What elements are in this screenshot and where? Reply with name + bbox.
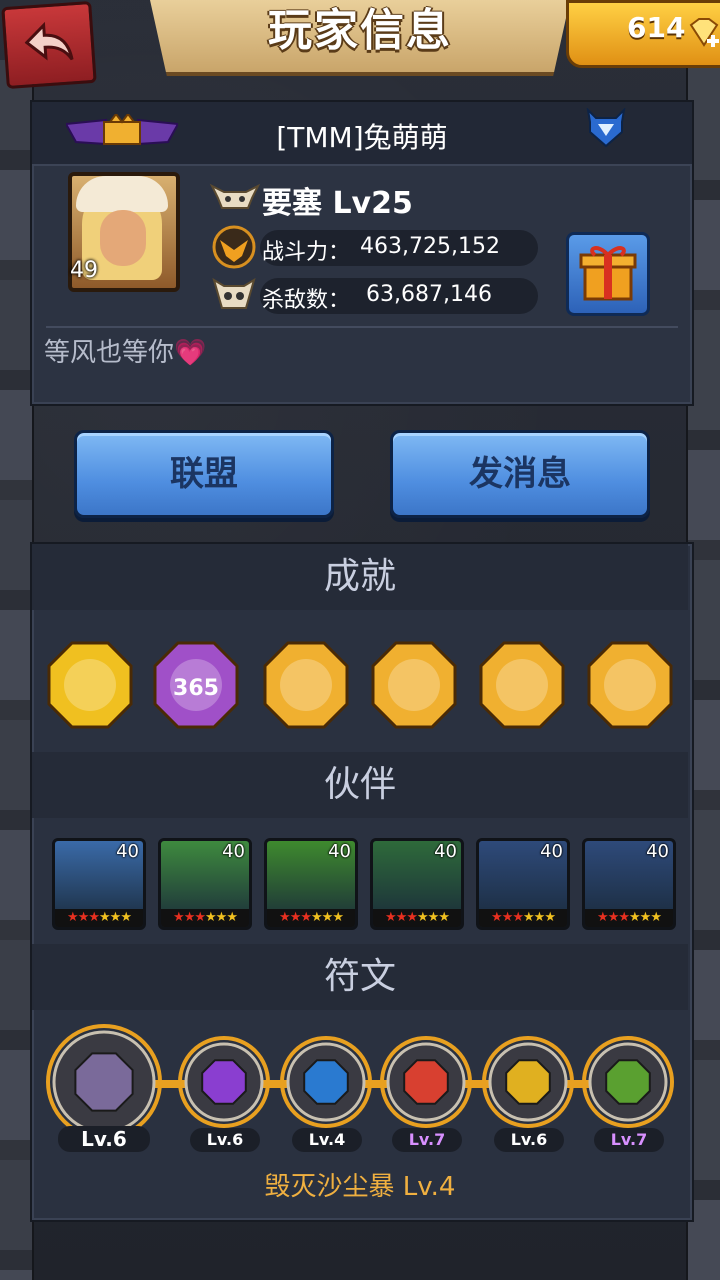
partners-header: 伙伴 [32,752,688,818]
power-value: 463,725,152 [360,234,500,259]
partner-level: 40 [116,841,139,862]
fortress-level: 要塞 Lv25 [262,186,413,221]
caveman-face-icon[interactable] [586,640,674,730]
power-label: 战斗力： [262,240,351,265]
stone-frame-left [0,60,34,1280]
gem-count: 614 [627,11,686,44]
rune-slot[interactable] [178,1036,270,1128]
gift-box-icon [579,246,637,301]
partner-card[interactable]: 40 ★★★★★★ [52,838,146,930]
alliance-button[interactable]: 联盟 [74,430,334,518]
rune-level-label: Lv.7 [392,1128,462,1152]
phoenix-power-icon [212,225,256,269]
fortress-skull-icon [209,183,261,209]
partner-card[interactable]: 40 ★★★★★★ [264,838,358,930]
partner-level: 40 [328,841,351,862]
partner-card[interactable]: 40 ★★★★★★ [158,838,252,930]
gem-counter[interactable]: 614 [566,0,720,68]
rune-level-label: Lv.6 [494,1128,564,1152]
partner-stars: ★★★★★★ [373,909,461,927]
rune-skill-name: 毁灭沙尘暴 Lv.4 [264,1172,456,1202]
sack-upgrade-icon[interactable] [478,640,566,730]
gold-achievement-icon[interactable] [46,640,134,730]
partner-stars: ★★★★★★ [267,909,355,927]
rune-level-label: Lv.6 [190,1128,260,1152]
avatar-hat [76,176,168,212]
page-title: 玩家信息 [268,5,452,56]
rune-slot[interactable] [280,1036,372,1128]
name-bar: [TMM]兔萌萌 [32,102,692,166]
partner-stars: ★★★★★★ [479,909,567,927]
kills-label: 杀敌数： [262,288,351,313]
calendar-365-icon[interactable]: 365 [152,640,240,730]
ice-beast-icon[interactable] [262,640,350,730]
kills-value: 63,687,146 [366,282,492,307]
gem-plus-icon [689,18,719,47]
partner-level: 40 [222,841,245,862]
rune-slot[interactable] [582,1036,674,1128]
partner-level: 40 [646,841,669,862]
back-arrow-icon [24,21,74,61]
partner-card[interactable]: 40 ★★★★★★ [582,838,676,930]
avatar-level: 49 [70,258,98,283]
player-signature: 等风也等你💗 [44,338,207,368]
rune-slot[interactable] [380,1036,472,1128]
back-button[interactable] [1,0,97,90]
runes-header: 符文 [32,944,688,1010]
guild-shield-icon[interactable] [584,108,628,148]
partner-card[interactable]: 40 ★★★★★★ [370,838,464,930]
gift-button[interactable] [566,232,650,316]
rune-level-label: Lv.7 [594,1128,664,1152]
calendar-365-text: 365 [173,676,219,701]
send-message-button[interactable]: 发消息 [390,430,650,518]
partner-level: 40 [434,841,457,862]
profile-divider [46,326,678,328]
rune-level-label: Lv.6 [58,1126,150,1152]
partner-stars: ★★★★★★ [161,909,249,927]
rune-level-label: Lv.4 [292,1128,362,1152]
achievements-header: 成就 [32,544,688,610]
avatar-face [100,210,146,266]
partner-stars: ★★★★★★ [55,909,143,927]
profile-panel: [TMM]兔萌萌 49 要塞 Lv25 战斗力： 463,725,152 杀敌数… [30,100,694,406]
partner-level: 40 [540,841,563,862]
partner-stars: ★★★★★★ [585,909,673,927]
skull-kills-icon [212,277,256,309]
rune-slot[interactable] [46,1024,162,1140]
sun-gear-icon[interactable] [370,640,458,730]
rune-slot[interactable] [482,1036,574,1128]
partner-card[interactable]: 40 ★★★★★★ [476,838,570,930]
